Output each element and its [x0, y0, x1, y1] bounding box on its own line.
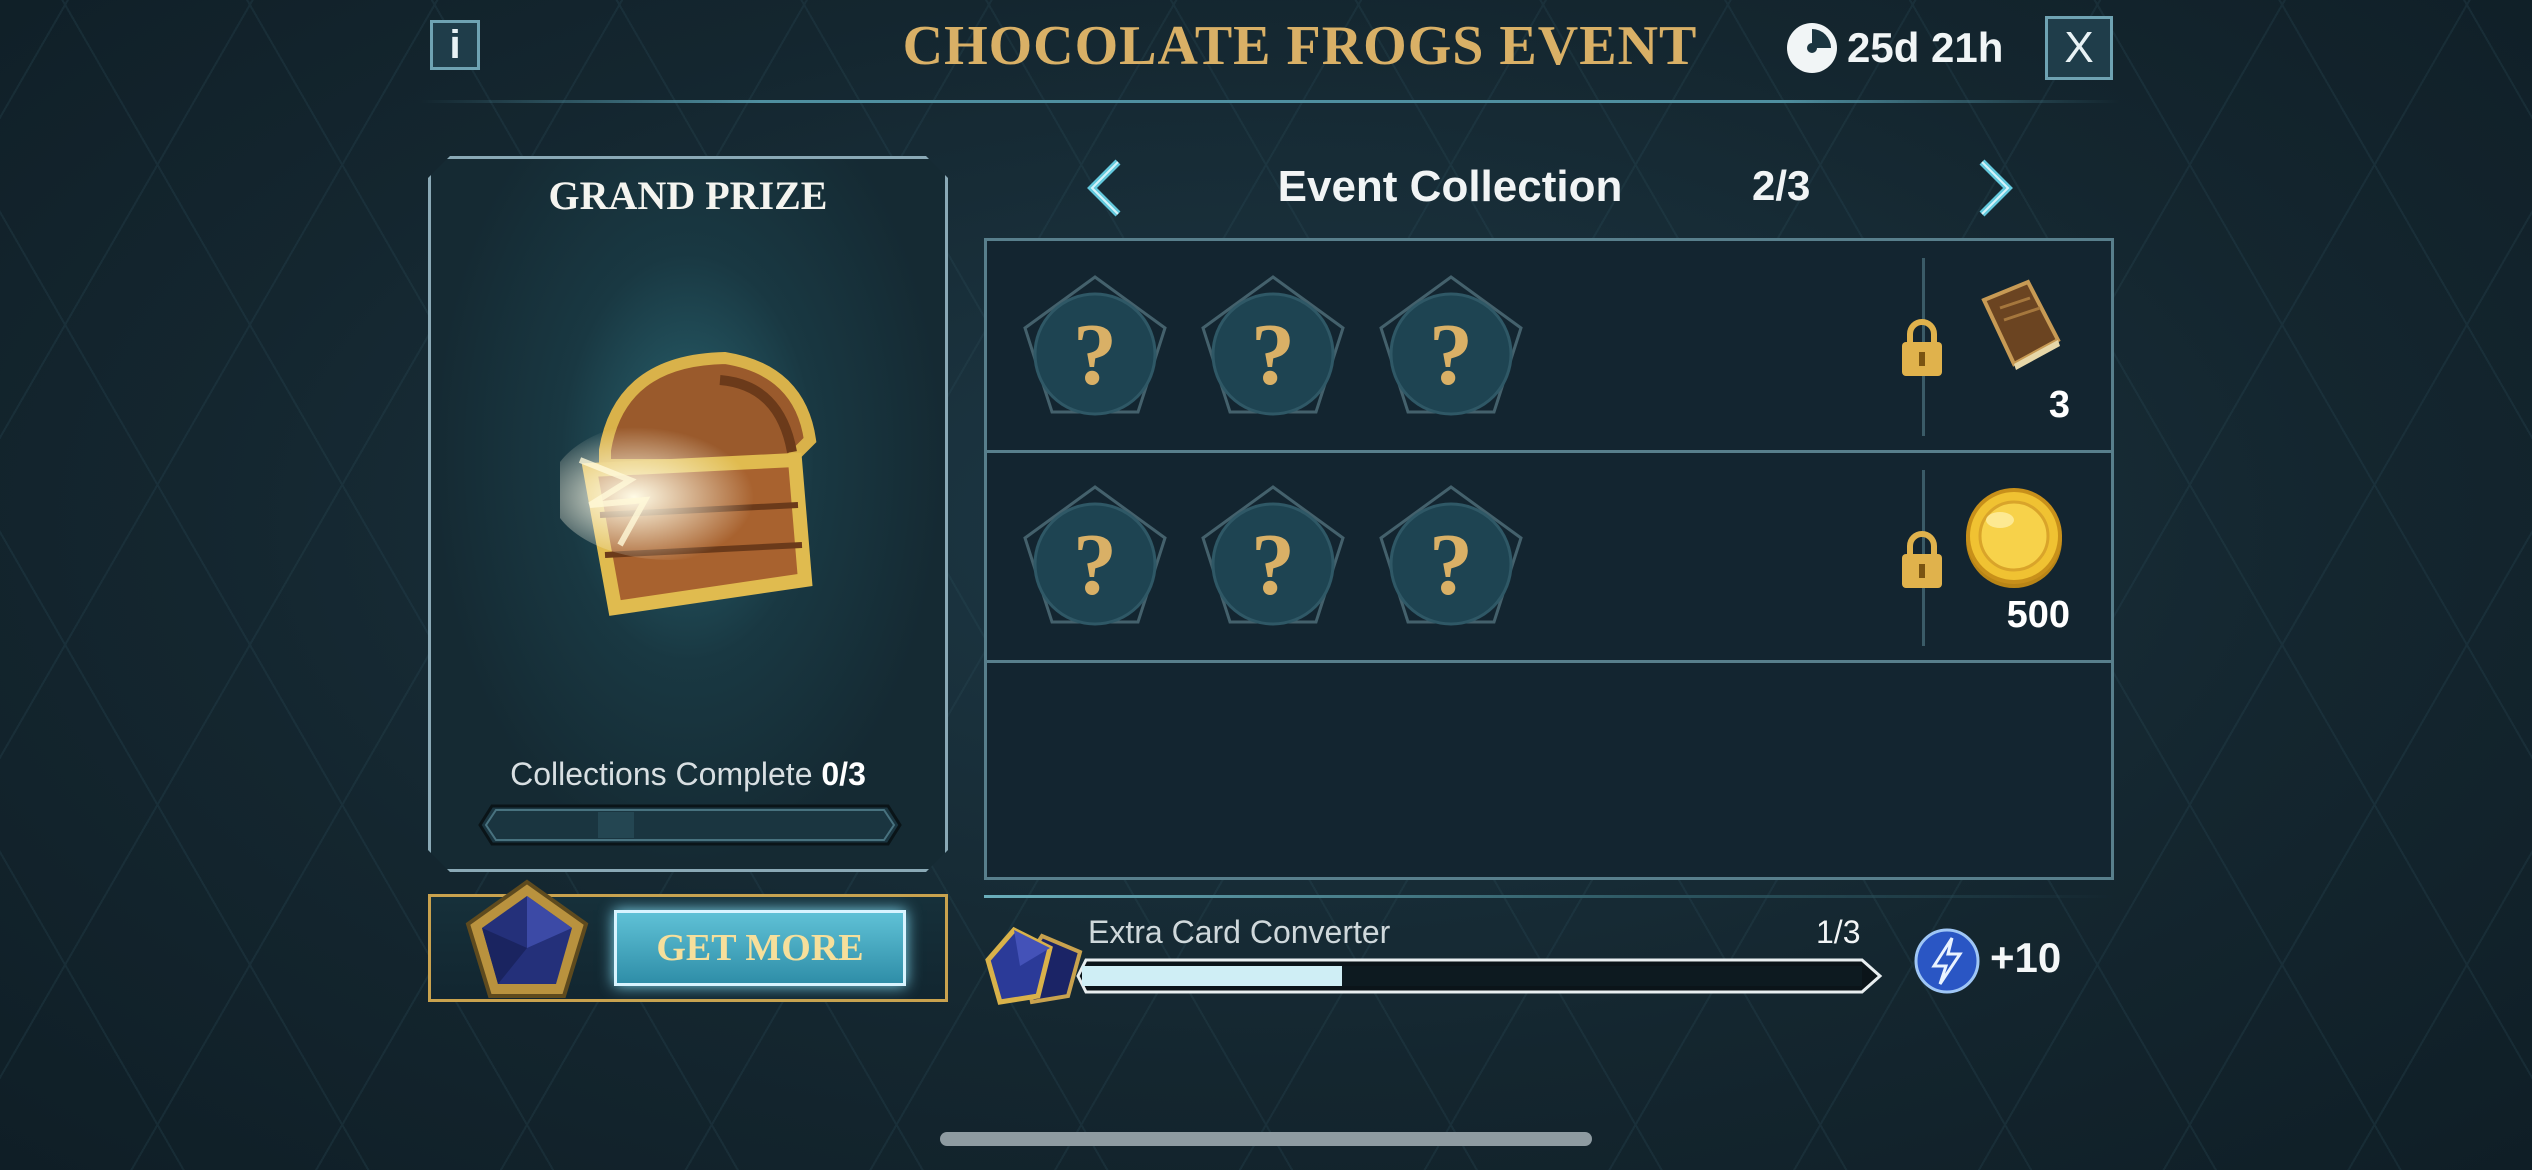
- clock-icon: [1787, 23, 1837, 73]
- lock-icon: [1902, 319, 1942, 376]
- frog-card-pack-icon: [465, 879, 589, 998]
- unknown-card-mark: ?: [1429, 307, 1473, 404]
- lock-icon: [1902, 531, 1942, 588]
- timer-text: 25d 21h: [1847, 24, 2004, 71]
- home-indicator[interactable]: [940, 1132, 1592, 1146]
- next-collection-button[interactable]: [1962, 158, 2022, 218]
- gold-coin-icon: [1966, 488, 2062, 588]
- collection-title: Event Collection: [1277, 162, 1623, 211]
- event-timer: 25d 21h: [1785, 18, 2003, 78]
- collection-page: 2/3: [1752, 162, 1811, 209]
- pentagon-frame-icon: ?: [1023, 275, 1167, 416]
- pentagon-frame-icon: ?: [1379, 485, 1523, 626]
- pentagon-frame-icon: ?: [1201, 275, 1345, 416]
- converter-bonus: +10: [1990, 934, 2062, 981]
- unknown-card-mark: ?: [1251, 307, 1295, 404]
- chevron-left-icon: [1087, 159, 1121, 217]
- pentagon-frame-icon: ?: [1023, 485, 1167, 626]
- info-button[interactable]: i: [430, 20, 480, 70]
- event-title: CHOCOLATE FROGS EVENT: [902, 15, 1698, 77]
- grand-prize-title: GRAND PRIZE: [548, 173, 828, 218]
- converter-count: 1/3: [1816, 914, 1861, 950]
- card-slot[interactable]: ?: [1376, 482, 1526, 632]
- pentagon-frame-icon: ?: [1379, 275, 1523, 416]
- collections-progress-bar: [478, 804, 902, 846]
- collections-label: Collections Complete: [510, 756, 813, 792]
- unknown-card-mark: ?: [1073, 517, 1117, 614]
- header-divider: [420, 100, 2120, 103]
- get-more-button[interactable]: GET MORE: [614, 910, 906, 986]
- reward-value: 500: [2006, 594, 2070, 636]
- book-icon: [1981, 279, 2061, 370]
- card-slot[interactable]: ?: [1198, 482, 1348, 632]
- converter-progress-bar: [1076, 958, 1883, 994]
- reward-value: 3: [2048, 384, 2070, 426]
- pentagon-frame-icon: ?: [1201, 485, 1345, 626]
- unknown-card-mark: ?: [1429, 517, 1473, 614]
- card-slot[interactable]: ?: [1198, 272, 1348, 422]
- collections-value: 0/3: [821, 756, 866, 792]
- treasure-chest-icon: [560, 351, 817, 616]
- converter-divider: [984, 895, 2114, 898]
- row-divider: [987, 450, 2111, 453]
- collections-complete: Collections Complete 0/3: [428, 756, 948, 793]
- close-button[interactable]: X: [2045, 16, 2113, 80]
- card-slot[interactable]: ?: [1020, 272, 1170, 422]
- unknown-card-mark: ?: [1251, 517, 1295, 614]
- card-slot[interactable]: ?: [1376, 272, 1526, 422]
- converter-label: Extra Card Converter: [1088, 914, 1391, 950]
- card-converter-icon: [985, 926, 1083, 1005]
- previous-collection-button[interactable]: [1078, 158, 1138, 218]
- chevron-right-icon: [1979, 159, 2013, 217]
- card-slot[interactable]: ?: [1020, 482, 1170, 632]
- unknown-card-mark: ?: [1073, 307, 1117, 404]
- row-divider: [987, 660, 2111, 663]
- lightning-bolt-icon: [1914, 928, 1980, 994]
